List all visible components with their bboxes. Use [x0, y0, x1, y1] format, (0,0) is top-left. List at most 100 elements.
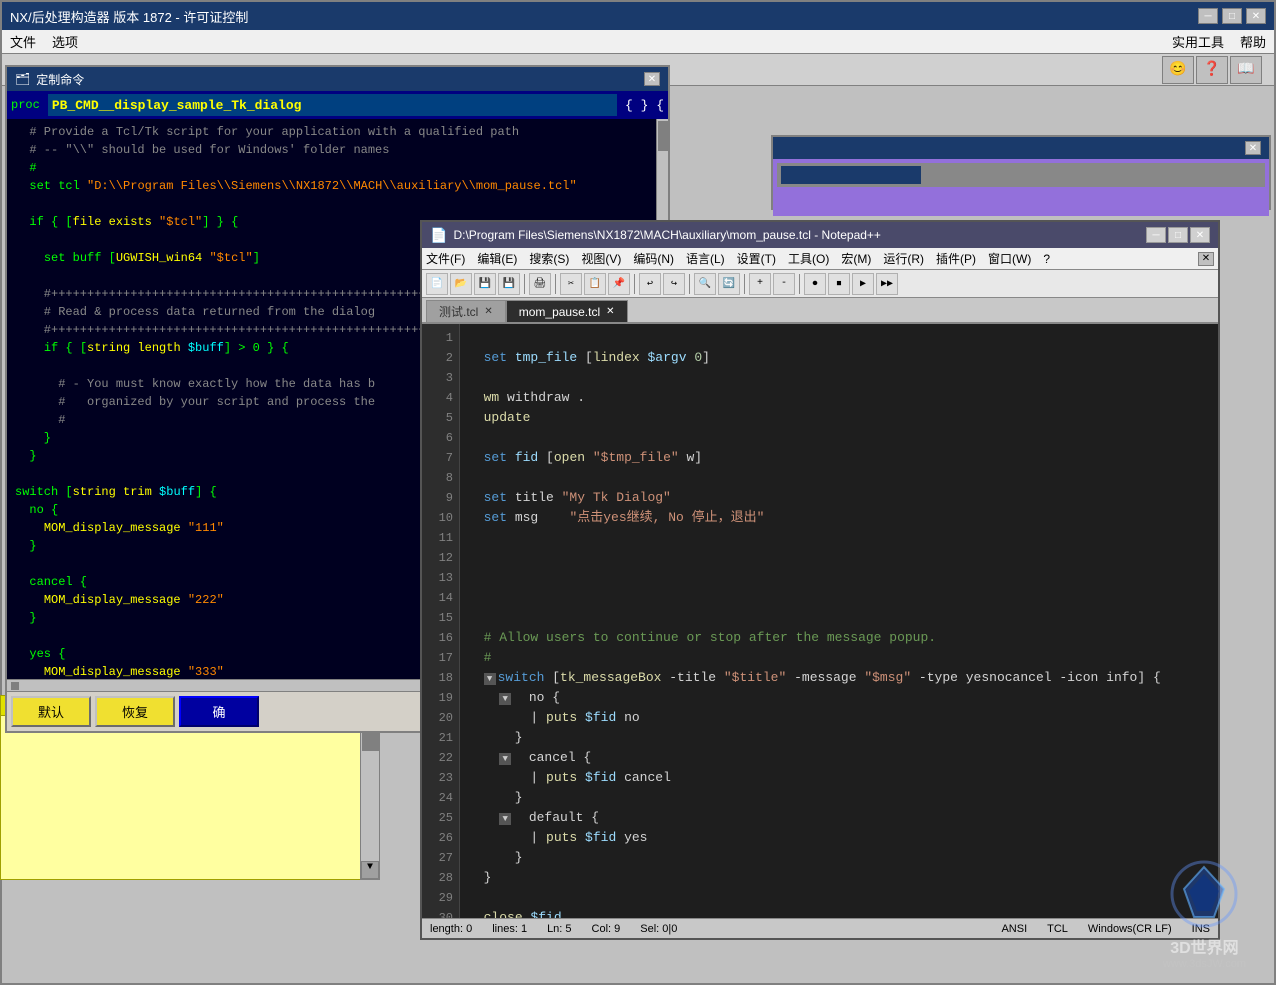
fold-marker-19[interactable]: ▼ — [499, 693, 511, 705]
npp-tool-copy[interactable]: 📋 — [584, 273, 606, 295]
npp-menu-language[interactable]: 语言(L) — [686, 250, 725, 267]
npp-tool-replace[interactable]: 🔄 — [718, 273, 740, 295]
npp-tab-mom-pause-close[interactable]: ✕ — [606, 306, 614, 317]
second-dialog-input-bar — [777, 163, 1265, 187]
npp-close-button[interactable]: ✕ — [1190, 227, 1210, 243]
define-cmd-titlebar: 🗂 定制命令 ✕ — [7, 67, 668, 91]
scroll-down-btn[interactable]: ▼ — [361, 861, 379, 879]
nx-menu-file[interactable]: 文件 — [10, 32, 36, 51]
toolbar-icon-1[interactable]: 😊 — [1162, 56, 1194, 84]
npp-line-28: } — [468, 868, 1210, 888]
npp-menu-close-button[interactable]: ✕ — [1198, 252, 1214, 266]
toolbar-separator-6 — [799, 274, 800, 294]
npp-menu-view[interactable]: 视图(V) — [581, 250, 621, 267]
watermark-text: 3D世界网 — [1163, 934, 1246, 958]
proc-label: proc — [11, 98, 40, 112]
confirm-button[interactable]: 确 — [179, 696, 259, 727]
watermark-area: 3D世界网 www.3dsJW.com — [1163, 859, 1246, 970]
code-line-3: # — [15, 159, 660, 177]
npp-status-lines: lines: 1 — [492, 923, 527, 935]
fold-marker-22[interactable]: ▼ — [499, 753, 511, 765]
npp-menu-tools[interactable]: 工具(O) — [788, 250, 829, 267]
nx-close-button[interactable]: ✕ — [1246, 8, 1266, 24]
npp-tool-new[interactable]: 📄 — [426, 273, 448, 295]
cmd-name-input[interactable] — [48, 94, 617, 116]
npp-tool-find[interactable]: 🔍 — [694, 273, 716, 295]
toolbar-separator-1 — [524, 274, 525, 294]
npp-line-2: set tmp_file [lindex $argv 0] — [468, 348, 1210, 368]
cmd-editor: proc { } { — [7, 91, 668, 119]
npp-menu-search[interactable]: 搜索(S) — [529, 250, 569, 267]
toolbar-separator-3 — [634, 274, 635, 294]
toolbar-icon-3[interactable]: 📖 — [1230, 56, 1262, 84]
nx-titlebar-controls: ─ □ ✕ — [1198, 8, 1266, 24]
npp-toolbar: 📄 📂 💾 💾 🖨 ✂ 📋 📌 ↩ ↪ 🔍 🔄 + - ⏺ ⏹ ▶ ▶▶ — [422, 270, 1218, 298]
npp-tool-zoom-in[interactable]: + — [749, 273, 771, 295]
nx-menu-help[interactable]: 帮助 — [1240, 32, 1266, 51]
code-line-1: # Provide a Tcl/Tk script for your appli… — [15, 123, 660, 141]
npp-line-9: set title "My Tk Dialog" — [468, 488, 1210, 508]
npp-tool-macro-record[interactable]: ⏺ — [804, 273, 826, 295]
default-button[interactable]: 默认 — [11, 696, 91, 727]
npp-menu-encoding[interactable]: 编码(N) — [633, 250, 674, 267]
code-content[interactable]: set tmp_file [lindex $argv 0] wm withdra… — [460, 324, 1218, 930]
second-dialog-input-field[interactable] — [781, 166, 921, 184]
h-scroll-thumb[interactable] — [11, 682, 19, 690]
npp-tool-paste[interactable]: 📌 — [608, 273, 630, 295]
npp-minimize-button[interactable]: ─ — [1146, 227, 1166, 243]
npp-line-21: } — [468, 728, 1210, 748]
npp-tool-open[interactable]: 📂 — [450, 273, 472, 295]
npp-tabbar: 测试.tcl ✕ mom_pause.tcl ✕ — [422, 298, 1218, 324]
nx-minimize-button[interactable]: ─ — [1198, 8, 1218, 24]
npp-line-26: | puts $fid yes — [468, 828, 1210, 848]
npp-tool-undo[interactable]: ↩ — [639, 273, 661, 295]
npp-titlebar: 📄 D:\Program Files\Siemens\NX1872\MACH\a… — [422, 222, 1218, 248]
nx-maximize-button[interactable]: □ — [1222, 8, 1242, 24]
nx-titlebar: NX/后处理构造器 版本 1872 - 许可证控制 ─ □ ✕ — [2, 2, 1274, 30]
npp-tab-test-close[interactable]: ✕ — [484, 306, 492, 317]
second-dialog-close-button[interactable]: ✕ — [1245, 141, 1261, 155]
watermark-logo — [1169, 859, 1239, 929]
define-cmd-title: 定制命令 — [36, 71, 84, 88]
npp-tool-macro-stop[interactable]: ⏹ — [828, 273, 850, 295]
toolbar-icon-2[interactable]: ❓ — [1196, 56, 1228, 84]
npp-line-24: } — [468, 788, 1210, 808]
code-line-4: set tcl "D:\\Program Files\\Siemens\\NX1… — [15, 177, 660, 195]
npp-menu-macro[interactable]: 宏(M) — [841, 250, 871, 267]
npp-tool-redo[interactable]: ↪ — [663, 273, 685, 295]
npp-tool-zoom-out[interactable]: - — [773, 273, 795, 295]
restore-button[interactable]: 恢复 — [95, 696, 175, 727]
npp-line-14 — [468, 588, 1210, 608]
watermark-url: www.3dsJW.com — [1163, 958, 1246, 970]
npp-menu-plugins[interactable]: 插件(P) — [936, 250, 976, 267]
npp-tab-mom-pause[interactable]: mom_pause.tcl ✕ — [506, 300, 628, 322]
npp-tool-print[interactable]: 🖨 — [529, 273, 551, 295]
npp-menu-window[interactable]: 窗口(W) — [988, 250, 1031, 267]
npp-tab-mom-pause-label: mom_pause.tcl — [519, 305, 600, 319]
npp-menu-run[interactable]: 运行(R) — [883, 250, 924, 267]
npp-tool-saveall[interactable]: 💾 — [498, 273, 520, 295]
nx-title: NX/后处理构造器 版本 1872 - 许可证控制 — [10, 7, 248, 26]
define-cmd-close-button[interactable]: ✕ — [644, 72, 660, 86]
fold-marker-25[interactable]: ▼ — [499, 813, 511, 825]
npp-menu-help[interactable]: ? — [1043, 252, 1050, 266]
npp-tool-macro-play[interactable]: ▶ — [852, 273, 874, 295]
npp-line-25: ▼ default { — [468, 808, 1210, 828]
npp-maximize-button[interactable]: □ — [1168, 227, 1188, 243]
nx-menu-options[interactable]: 选项 — [52, 32, 78, 51]
npp-tab-test[interactable]: 测试.tcl ✕ — [426, 300, 506, 322]
scrollbar-thumb[interactable] — [658, 121, 668, 151]
npp-status-sel: Sel: 0|0 — [640, 923, 677, 935]
npp-tool-save[interactable]: 💾 — [474, 273, 496, 295]
npp-tool-cut[interactable]: ✂ — [560, 273, 582, 295]
npp-menu-file[interactable]: 文件(F) — [426, 250, 465, 267]
npp-menu-edit[interactable]: 编辑(E) — [477, 250, 517, 267]
code-line-5 — [15, 195, 660, 213]
nx-menu-utilities[interactable]: 实用工具 — [1172, 32, 1224, 51]
npp-tool-run[interactable]: ▶▶ — [876, 273, 898, 295]
second-dialog-titlebar: ✕ — [773, 137, 1269, 159]
npp-menu-settings[interactable]: 设置(T) — [737, 250, 776, 267]
npp-line-22: ▼ cancel { — [468, 748, 1210, 768]
fold-marker-18[interactable]: ▼ — [484, 673, 496, 685]
second-dialog: ✕ — [771, 135, 1271, 210]
